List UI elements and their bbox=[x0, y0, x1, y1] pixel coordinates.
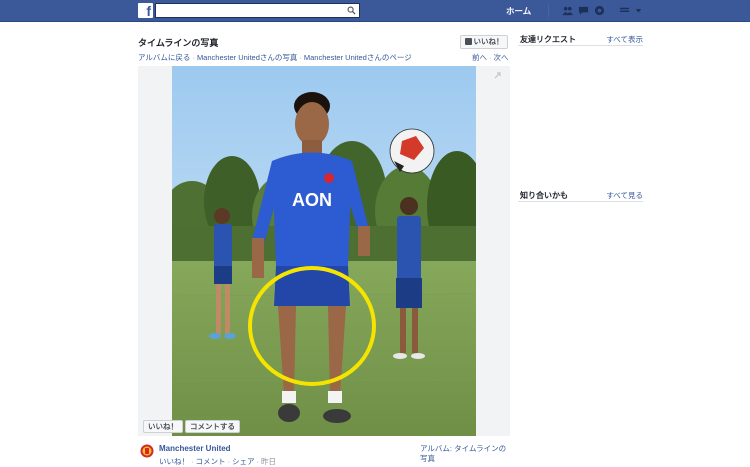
page-title: タイムラインの写真 bbox=[138, 38, 219, 48]
breadcrumb: アルバムに戻る · Manchester Unitedさんの写真 · Mancheste… bbox=[138, 53, 412, 62]
photo-meta: いいね！ · コメント · シェア · 昨日 bbox=[159, 457, 276, 466]
friend-requests-icon[interactable] bbox=[562, 5, 573, 16]
top-navigation-bar: f ホーム bbox=[0, 0, 750, 22]
breadcrumb-page[interactable]: Manchester Unitedさんのページ bbox=[304, 53, 412, 62]
privacy-shortcuts-icon[interactable] bbox=[619, 5, 630, 16]
topbar-divider bbox=[548, 5, 549, 17]
photo-image[interactable]: AON bbox=[172, 66, 476, 436]
people-you-may-know-see-all[interactable]: すべて見る bbox=[606, 190, 643, 201]
search-field[interactable] bbox=[155, 3, 360, 18]
facebook-logo[interactable]: f bbox=[138, 3, 153, 19]
thumbs-up-icon bbox=[464, 38, 472, 45]
friend-requests-title: 友達リクエスト bbox=[520, 35, 576, 44]
friend-requests-see-all[interactable]: すべて表示 bbox=[606, 34, 643, 45]
page-name-link[interactable]: Manchester United bbox=[159, 444, 231, 453]
link-icon[interactable] bbox=[492, 71, 502, 81]
breadcrumb-photos[interactable]: Manchester Unitedさんの写真 bbox=[197, 53, 297, 62]
photo-navigation: 前へ · 次へ bbox=[472, 53, 509, 62]
photo-like-button[interactable]: いいね！ bbox=[143, 420, 183, 433]
manchester-united-crest-icon[interactable] bbox=[140, 444, 154, 458]
album-link[interactable]: アルバム: タイムラインの写真 bbox=[420, 444, 510, 464]
comment-link[interactable]: コメント bbox=[196, 457, 226, 466]
breadcrumb-back-to-album[interactable]: アルバムに戻る bbox=[138, 53, 190, 62]
photo-comment-button[interactable]: コメントする bbox=[185, 420, 240, 433]
like-page-button[interactable]: いいね！ bbox=[460, 35, 508, 49]
like-button-label: いいね！ bbox=[473, 37, 504, 46]
photo-viewer: AON bbox=[138, 66, 510, 436]
divider bbox=[518, 201, 643, 202]
timestamp: 昨日 bbox=[261, 457, 276, 466]
divider bbox=[518, 45, 643, 46]
jersey-sponsor-text: AON bbox=[292, 190, 332, 210]
soccer-ball bbox=[389, 128, 435, 174]
next-photo-link[interactable]: 次へ bbox=[494, 53, 509, 62]
notifications-icon[interactable] bbox=[594, 5, 605, 16]
people-you-may-know-title: 知り合いかも bbox=[520, 191, 568, 200]
album-link-text[interactable]: アルバム: タイムラインの写真 bbox=[420, 444, 506, 463]
page-content: タイムラインの写真 いいね！ アルバムに戻る · Manchester United… bbox=[0, 22, 750, 467]
search-icon[interactable] bbox=[347, 6, 356, 15]
photo-info: Manchester United いいね！ · コメント · シェア · 昨日 アルバム:… bbox=[138, 442, 510, 467]
like-link[interactable]: いいね！ bbox=[159, 457, 189, 466]
account-menu-chevron-down-icon[interactable] bbox=[633, 5, 644, 16]
previous-photo-link[interactable]: 前へ bbox=[472, 53, 487, 62]
share-link[interactable]: シェア bbox=[232, 457, 255, 466]
home-link[interactable]: ホーム bbox=[506, 5, 531, 17]
search-input[interactable] bbox=[156, 4, 344, 17]
photo-overlay-actions: いいね！ コメントする bbox=[143, 420, 240, 433]
messages-icon[interactable] bbox=[578, 5, 589, 16]
